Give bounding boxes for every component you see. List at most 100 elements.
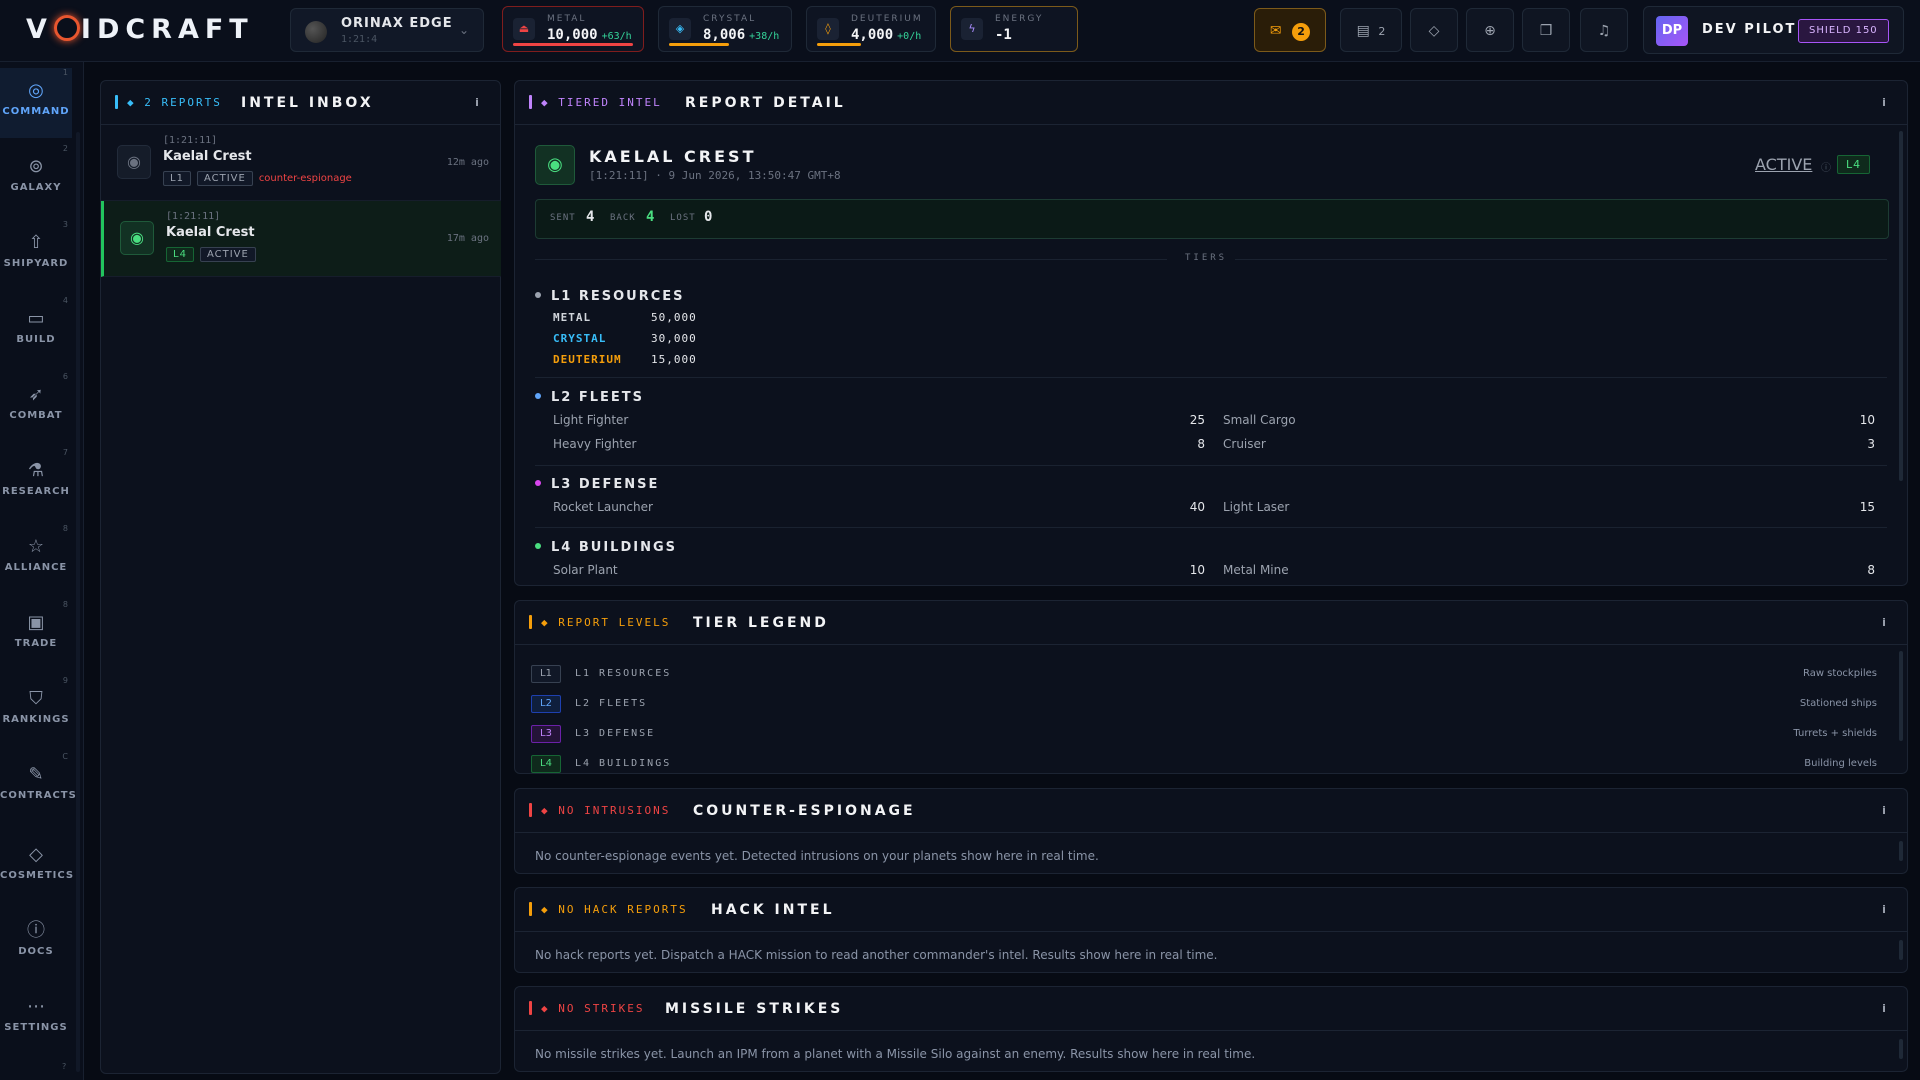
resource-label: CRYSTAL [703,14,757,24]
sidebar-item-trade[interactable]: 8 ▣ TRADE [0,600,72,670]
status-link[interactable]: ACTIVE [1755,155,1812,174]
unit-name: Light Fighter [553,413,629,427]
empty-state-text: No hack reports yet. Dispatch a HACK mis… [535,948,1218,962]
tier-legend-panel: ◆ REPORT LEVELS TIER LEGEND i L1 L1 RESOU… [514,600,1908,774]
info-icon[interactable]: i [1875,614,1893,632]
inbox-message-selected[interactable]: ◉ [1:21:11] Kaelal Crest L4 ACTIVE 17m ag… [101,201,501,277]
resource-crystal[interactable]: ◈ CRYSTAL 8,006 +38/h [658,6,792,52]
hack-intel-panel: ◆ NO HACK REPORTS HACK INTEL i No hack r… [514,887,1908,973]
sidebar-item-settings[interactable]: ⋯ SETTINGS [0,984,72,1054]
message-coords: [1:21:11] [163,135,218,146]
info-icon[interactable]: i [1875,1000,1893,1018]
tier-l3-heading: L3 DEFENSE [535,477,659,492]
accent-bar [529,902,532,916]
eye-icon: ◉ [535,145,575,185]
empty-state-text: No counter-espionage events yet. Detecte… [535,849,1099,863]
music-button[interactable]: ♫ [1580,8,1628,52]
codex-button[interactable]: ❒ [1522,8,1570,52]
panel-header: ◆ NO STRIKES MISSILE STRIKES i [515,987,1907,1031]
sidebar-item-docs[interactable]: ⓘ DOCS [0,908,72,978]
unit-name: Rocket Launcher [553,500,653,514]
info-icon[interactable]: i [1875,802,1893,820]
tier-l1-heading: L1 RESOURCES [535,289,685,304]
resource-value: 10,000 +63/h [547,27,632,43]
empty-state-text: No missile strikes yet. Launch an IPM fr… [535,1047,1256,1061]
info-icon[interactable]: i [1875,94,1893,112]
planet-selector[interactable]: ORINAX EDGE 1:21:4 ⌄ [290,8,484,52]
message-target: Kaelal Crest [163,149,252,164]
resource-label: ENERGY [995,14,1044,24]
panel-tag: ◆ 2 REPORTS [127,96,222,109]
sidebar-scrollbar[interactable] [76,132,80,1072]
resource-energy[interactable]: ϟ ENERGY -1 [950,6,1078,52]
unit-count: 15 [1859,500,1875,514]
sidebar-item-command[interactable]: 1 ◎ COMMAND [0,68,72,138]
briefcase-icon: ▣ [27,612,45,633]
panel-scrollbar[interactable] [1899,1039,1903,1059]
resource-value: 4,000 +0/h [851,27,922,43]
unit-count: 25 [1189,413,1205,427]
sidebar-item-rankings[interactable]: 9 ⛉ RANKINGS [0,676,72,746]
message-tags: L4 ACTIVE [166,247,262,262]
rocket-icon: ⇧ [28,232,44,253]
panel-title: REPORT DETAIL [685,95,846,111]
tasks-button[interactable]: ▤ 2 [1340,8,1402,52]
sidebar: 1 ◎ COMMAND 2 ⊚ GALAXY 3 ⇧ SHIPYARD 4 ▭ BUILD 6 ➶… [0,62,84,1080]
shield-icon: ⛉ [29,688,43,709]
user-name: DEV PILOT [1702,22,1797,37]
mail-button[interactable]: ✉ 2 [1254,8,1326,52]
panel-scrollbar[interactable] [1899,940,1903,960]
detail-scrollbar[interactable] [1899,131,1903,481]
resource-metal[interactable]: ⏏ METAL 10,000 +63/h [502,6,644,52]
resource-amount: 15,000 [651,353,697,366]
sidebar-item-combat[interactable]: 6 ➶ COMBAT [0,372,72,442]
divider [535,527,1887,528]
star-icon: ☆ [27,536,45,557]
playlist-icon: ♫ [1597,23,1611,39]
panel-title: TIER LEGEND [693,615,829,631]
message-coords: [1:21:11] [166,211,221,222]
resource-name: METAL [553,311,592,324]
unit-name: Solar Plant [553,563,618,577]
info-icon[interactable]: i [468,94,486,112]
info-icon[interactable]: i [1875,901,1893,919]
target-button[interactable]: ⊕ [1466,8,1514,52]
resource-deuterium[interactable]: ◊ DEUTERIUM 4,000 +0/h [806,6,936,52]
panel-tag: ◆ REPORT LEVELS [541,616,671,629]
level-badge: L4 [166,247,194,262]
resource-bar [513,43,633,46]
sidebar-item-build[interactable]: 4 ▭ BUILD [0,296,72,366]
counter-espionage-flag: counter-espionage [258,173,352,184]
resource-bar [817,43,861,46]
top-bar: V IDCRAFT ORINAX EDGE 1:21:4 ⌄ ⏏ METAL 10… [0,0,1920,62]
eye-icon: ◉ [117,145,151,179]
level-badge: L2 [531,695,561,713]
paperclip-icon: ✎ [28,764,44,785]
cosmetics-button[interactable]: ◇ [1410,8,1458,52]
sidebar-item-research[interactable]: 7 ⚗ RESEARCH [0,448,72,518]
user-profile[interactable]: DP DEV PILOT SHIELD 150 [1643,6,1904,54]
eye-icon: ◉ [120,221,154,255]
panel-scrollbar[interactable] [1899,841,1903,861]
sidebar-item-shipyard[interactable]: 3 ⇧ SHIPYARD [0,220,72,290]
level-badge: L4 [1837,155,1871,174]
sidebar-item-alliance[interactable]: 8 ☆ ALLIANCE [0,524,72,594]
status-info-icon[interactable]: ⓘ [1821,159,1831,174]
resource-value: 8,006 +38/h [703,27,780,43]
voidcraft-logo[interactable]: V IDCRAFT [26,14,254,45]
unit-count: 10 [1859,413,1875,427]
info-icon: ⓘ [27,920,45,941]
sidebar-item-contracts[interactable]: C ✎ CONTRACTS [0,752,76,822]
accent-bar [115,95,118,109]
divider [535,465,1887,466]
more-icon: ⋯ [27,996,45,1017]
sidebar-item-galaxy[interactable]: 2 ⊚ GALAXY [0,144,72,214]
gem-icon: ◇ [1428,23,1440,39]
planet-icon [305,21,327,43]
resource-bar [669,43,729,46]
inbox-message[interactable]: ◉ [1:21:11] Kaelal Crest L1 ACTIVE counter… [101,125,501,201]
book-icon: ❒ [1539,23,1553,39]
drop-icon: ◊ [817,18,839,40]
sidebar-item-cosmetics[interactable]: ◇ COSMETICS [0,832,73,902]
legend-scrollbar[interactable] [1899,651,1903,741]
